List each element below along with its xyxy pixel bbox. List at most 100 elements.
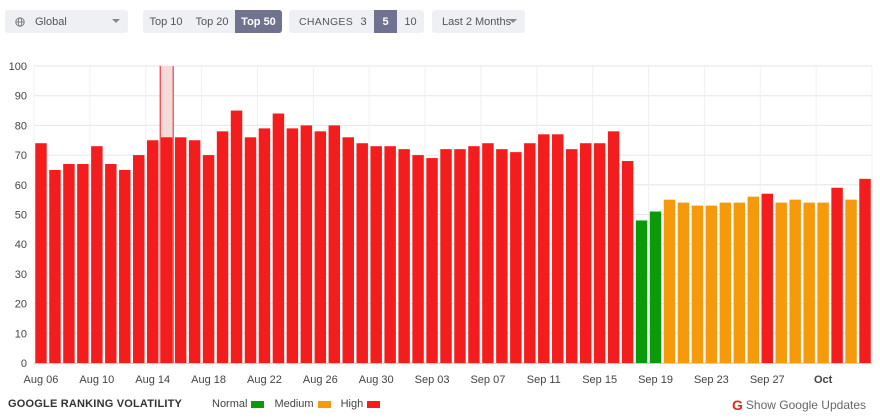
x-tick-label: Sep 11 [527, 374, 561, 386]
bar[interactable] [35, 143, 47, 363]
bar[interactable] [677, 202, 690, 363]
bar[interactable] [119, 169, 131, 363]
bar[interactable] [342, 137, 354, 363]
x-tick-label: Aug 22 [247, 374, 282, 386]
bar[interactable] [510, 152, 522, 363]
chevron-down-icon [509, 19, 517, 23]
bar[interactable] [747, 196, 760, 363]
bar[interactable] [789, 199, 801, 363]
bar[interactable] [649, 211, 662, 363]
bar[interactable] [621, 161, 634, 363]
changes-3-option[interactable]: 3 [353, 10, 374, 33]
bar[interactable] [440, 149, 452, 363]
y-tick-label: 10 [15, 328, 27, 340]
legend-item-medium[interactable]: Medium [274, 398, 331, 410]
show-google-updates-toggle[interactable]: G Show Google Updates [732, 397, 866, 413]
bar[interactable] [244, 137, 257, 363]
bar[interactable] [412, 155, 424, 363]
y-tick-label: 80 [15, 120, 27, 132]
toolbar: Global Top 10 Top 20 Top 50 CHANGES 3 5 … [0, 0, 880, 46]
bar[interactable] [663, 199, 676, 363]
chart-footer: GOOGLE RANKING VOLATILITY Normal Medium … [0, 396, 880, 416]
period-label: Last 2 Months [442, 15, 512, 28]
google-icon: G [732, 397, 743, 413]
region-label: Global [35, 15, 67, 28]
bar[interactable] [286, 128, 299, 363]
bar[interactable] [538, 134, 550, 363]
bar[interactable] [454, 149, 466, 363]
y-tick-label: 70 [15, 150, 27, 162]
legend-item-high[interactable]: High [341, 398, 381, 410]
bar[interactable] [356, 143, 368, 363]
bar[interactable] [105, 164, 117, 363]
bar[interactable] [272, 113, 285, 363]
bar[interactable] [63, 164, 75, 363]
bar[interactable] [49, 169, 61, 363]
top-n-selector: Top 10 Top 20 Top 50 [143, 10, 282, 33]
x-tick-label: Aug 26 [303, 374, 338, 386]
bar[interactable] [552, 134, 564, 363]
bar[interactable] [775, 202, 787, 363]
bar[interactable] [188, 140, 201, 363]
bar[interactable] [524, 143, 536, 363]
top-10-option[interactable]: Top 10 [143, 10, 189, 33]
bar[interactable] [328, 125, 341, 364]
bar[interactable] [133, 155, 145, 363]
show-google-updates-label: Show Google Updates [745, 398, 866, 412]
bar[interactable] [370, 146, 382, 363]
bar[interactable] [146, 140, 159, 363]
bar[interactable] [691, 205, 704, 363]
legend-item-normal[interactable]: Normal [212, 398, 265, 410]
bar[interactable] [496, 149, 508, 363]
bar[interactable] [859, 178, 871, 363]
legend-label-high: High [340, 398, 364, 410]
bar[interactable] [216, 131, 229, 363]
bar[interactable] [258, 128, 271, 363]
bar[interactable] [202, 155, 215, 363]
chart-title: GOOGLE RANKING VOLATILITY [8, 398, 183, 410]
x-tick-label: Sep 07 [470, 374, 505, 386]
changes-label: CHANGES [299, 15, 354, 28]
top-20-option[interactable]: Top 20 [189, 10, 235, 33]
bar[interactable] [565, 149, 578, 363]
bar[interactable] [174, 137, 187, 363]
bar[interactable] [468, 146, 480, 363]
bar[interactable] [300, 125, 313, 364]
bar[interactable] [77, 164, 89, 363]
region-dropdown[interactable]: Global [5, 10, 128, 33]
x-tick-label: Aug 30 [359, 374, 394, 386]
bar[interactable] [831, 187, 843, 363]
bar[interactable] [733, 202, 746, 363]
y-tick-label: 40 [15, 239, 27, 251]
x-tick-label: Sep 27 [750, 374, 785, 386]
x-tick-label: Oct [814, 374, 833, 386]
x-tick-label: Sep 15 [582, 374, 617, 386]
bar[interactable] [593, 143, 606, 363]
changes-5-option[interactable]: 5 [374, 10, 397, 33]
top-50-option[interactable]: Top 50 [235, 10, 282, 33]
x-tick-label: Aug 18 [191, 374, 226, 386]
bar[interactable] [230, 110, 243, 363]
bar[interactable] [705, 205, 718, 363]
bar[interactable] [482, 143, 494, 363]
changes-10-option[interactable]: 10 [397, 10, 424, 33]
bar[interactable] [607, 131, 620, 363]
bar[interactable] [719, 202, 732, 363]
bar[interactable] [579, 143, 592, 363]
bar[interactable] [398, 149, 410, 363]
bar[interactable] [845, 199, 857, 363]
period-dropdown[interactable]: Last 2 Months [432, 10, 525, 33]
bar[interactable] [314, 131, 327, 363]
bar[interactable] [803, 202, 815, 363]
bar[interactable] [817, 202, 829, 363]
changes-selector: CHANGES 3 5 10 [289, 10, 424, 33]
x-tick-label: Sep 23 [694, 374, 729, 386]
bar[interactable] [635, 220, 648, 363]
bar[interactable] [91, 146, 103, 363]
bar[interactable] [761, 193, 773, 363]
bar[interactable] [160, 137, 173, 363]
bar[interactable] [384, 146, 396, 363]
globe-icon [15, 16, 25, 27]
y-tick-label: 100 [9, 61, 27, 73]
bar[interactable] [426, 158, 438, 363]
